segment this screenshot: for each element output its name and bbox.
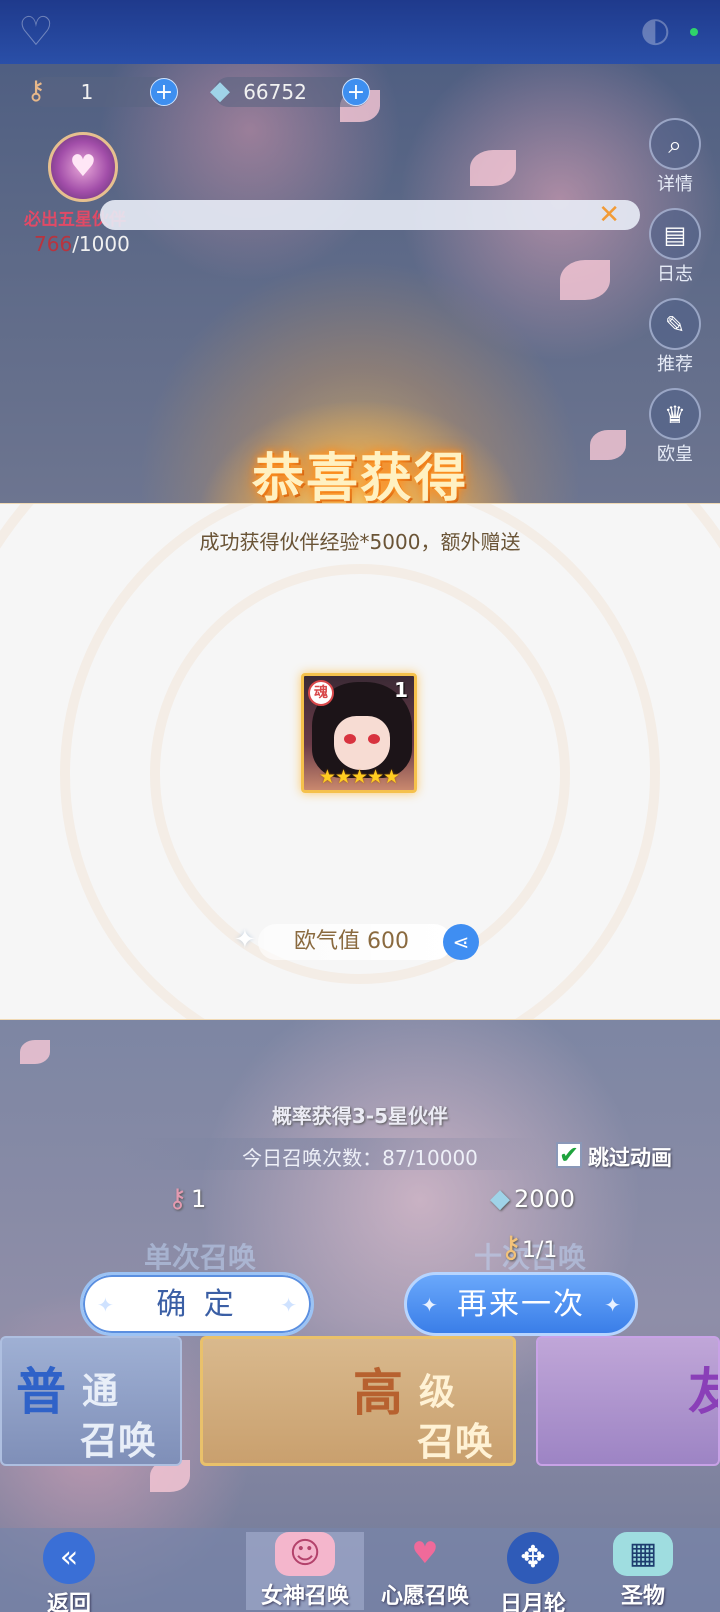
magnifier-icon: ⌕: [649, 118, 701, 170]
pity-total: /1000: [72, 232, 130, 256]
confirm-label: 确 定: [156, 1287, 238, 1322]
add-key-button[interactable]: +: [150, 78, 178, 106]
recommend-label: 推荐: [657, 354, 693, 375]
summon-again-button[interactable]: ✦ 再来一次 ✦: [404, 1272, 638, 1336]
details-button[interactable]: ⌕ 详情: [644, 118, 706, 196]
multi-cost-value: 2000: [514, 1185, 576, 1213]
status-indicator: [690, 28, 698, 36]
notice-bar: ✕: [100, 200, 640, 230]
petal-decoration: [560, 260, 610, 300]
pity-progress: 766/1000: [34, 232, 130, 256]
skip-animation-label[interactable]: 跳过动画: [588, 1142, 672, 1172]
nav-relic-label: 圣物: [620, 1584, 665, 1609]
compass-icon: ✥: [507, 1532, 559, 1584]
crystal-currency-value: 66752: [243, 80, 307, 104]
petal-decoration: [470, 150, 516, 186]
pity-current: 766: [34, 232, 73, 256]
normal-summon-banner[interactable]: 普 通 召唤: [0, 1336, 182, 1466]
nav-goddess-label: 女神召唤: [260, 1584, 349, 1609]
skip-animation-checkbox[interactable]: ✔: [556, 1142, 582, 1168]
nav-sun-moon-wheel[interactable]: ✥ 日月轮: [478, 1532, 588, 1612]
key-currency-value: 1: [80, 80, 94, 104]
pity-heart-icon[interactable]: ♥: [48, 132, 118, 202]
nav-wish-label: 心愿召唤: [380, 1584, 469, 1609]
advanced-summon-banner[interactable]: 高 级 召唤: [200, 1336, 516, 1466]
summon-again-label: 再来一次: [457, 1287, 585, 1322]
normal-summon-label: 召唤: [80, 1419, 157, 1463]
summon-key-icon: ⚷: [500, 1230, 522, 1265]
normal-summon-big: 普: [16, 1363, 66, 1421]
crown-icon: ♛: [649, 388, 701, 440]
crystal-currency-bar: ◆ 66752 +: [210, 76, 370, 107]
key-count: ⚷1/1: [500, 1230, 557, 1265]
close-icon[interactable]: ✕: [598, 200, 620, 230]
nav-relic[interactable]: ▦ 圣物: [588, 1532, 698, 1610]
nav-back[interactable]: « 返回: [14, 1532, 124, 1612]
item-count: 1: [394, 678, 408, 702]
sparkle-icon: ✦: [280, 1293, 297, 1317]
summon-key-icon: ⚷: [168, 1184, 188, 1214]
nav-wheel-label: 日月轮: [499, 1592, 566, 1612]
character-eye: [344, 734, 356, 744]
planet-icon: ◐: [640, 10, 670, 50]
probability-text: 概率获得3-5星伙伴: [271, 1104, 449, 1128]
heart-arrow-icon: ♡: [18, 9, 54, 55]
key-count-value: 1/1: [521, 1238, 558, 1263]
star-rating: ★★★★★: [318, 766, 400, 788]
multi-cost: ◆ 2000: [490, 1184, 575, 1214]
friend-summon-big: 友: [688, 1352, 718, 1424]
confirm-button[interactable]: ✦ 确 定 ✦: [80, 1272, 314, 1336]
crystal-icon: ◆: [490, 1184, 510, 1214]
single-cost-value: 1: [191, 1185, 207, 1213]
recommend-button[interactable]: ✎ 推荐: [644, 298, 706, 376]
sparkle-icon: ✦: [234, 925, 256, 955]
quill-icon: ✎: [649, 298, 701, 350]
sparkle-icon: ✦: [97, 1293, 114, 1317]
advanced-summon-label: 召唤: [417, 1420, 494, 1464]
normal-summon-small: 通: [82, 1371, 119, 1412]
advanced-summon-small: 级: [419, 1372, 456, 1413]
friend-summon-banner[interactable]: 友: [536, 1336, 720, 1466]
luck-value: 欧气值 600: [294, 929, 409, 954]
sparkle-icon: ✦: [421, 1293, 438, 1317]
relic-icon: ▦: [613, 1532, 673, 1576]
petal-decoration: [20, 1040, 50, 1064]
reward-panel: 成功获得伙伴经验*5000，额外赠送 魂 1 ★★★★★ ✦ 欧气值 600 ⋖: [0, 503, 720, 1020]
top-bar: ♡ ◐: [0, 0, 720, 64]
character-face: [334, 716, 390, 770]
log-label: 日志: [657, 264, 693, 285]
add-crystal-button[interactable]: +: [342, 78, 370, 106]
item-type-badge: 魂: [308, 680, 334, 706]
nav-wish-summon[interactable]: ♥ 心愿召唤: [366, 1532, 484, 1610]
congrats-title: 恭喜获得: [251, 449, 468, 509]
character-eye: [368, 734, 380, 744]
share-icon[interactable]: ⋖: [443, 924, 479, 960]
heart-icon: ♥: [411, 1536, 439, 1571]
back-icon: «: [43, 1532, 95, 1584]
details-label: 详情: [657, 174, 693, 195]
single-cost: ⚷ 1: [168, 1184, 206, 1214]
nav-goddess-summon[interactable]: ☺ 女神召唤: [246, 1532, 364, 1610]
reward-description: 成功获得伙伴经验*5000，额外赠送: [199, 530, 521, 554]
book-icon: ▤: [649, 208, 701, 260]
sparkle-icon: ✦: [604, 1293, 621, 1317]
nav-back-label: 返回: [46, 1592, 91, 1612]
key-currency-bar: ⚷ 1 +: [26, 76, 178, 107]
goddess-icon: ☺: [275, 1532, 335, 1576]
reward-item-card[interactable]: 魂 1 ★★★★★: [301, 673, 417, 793]
log-button[interactable]: ▤ 日志: [644, 208, 706, 286]
advanced-summon-big: 高: [353, 1364, 403, 1422]
